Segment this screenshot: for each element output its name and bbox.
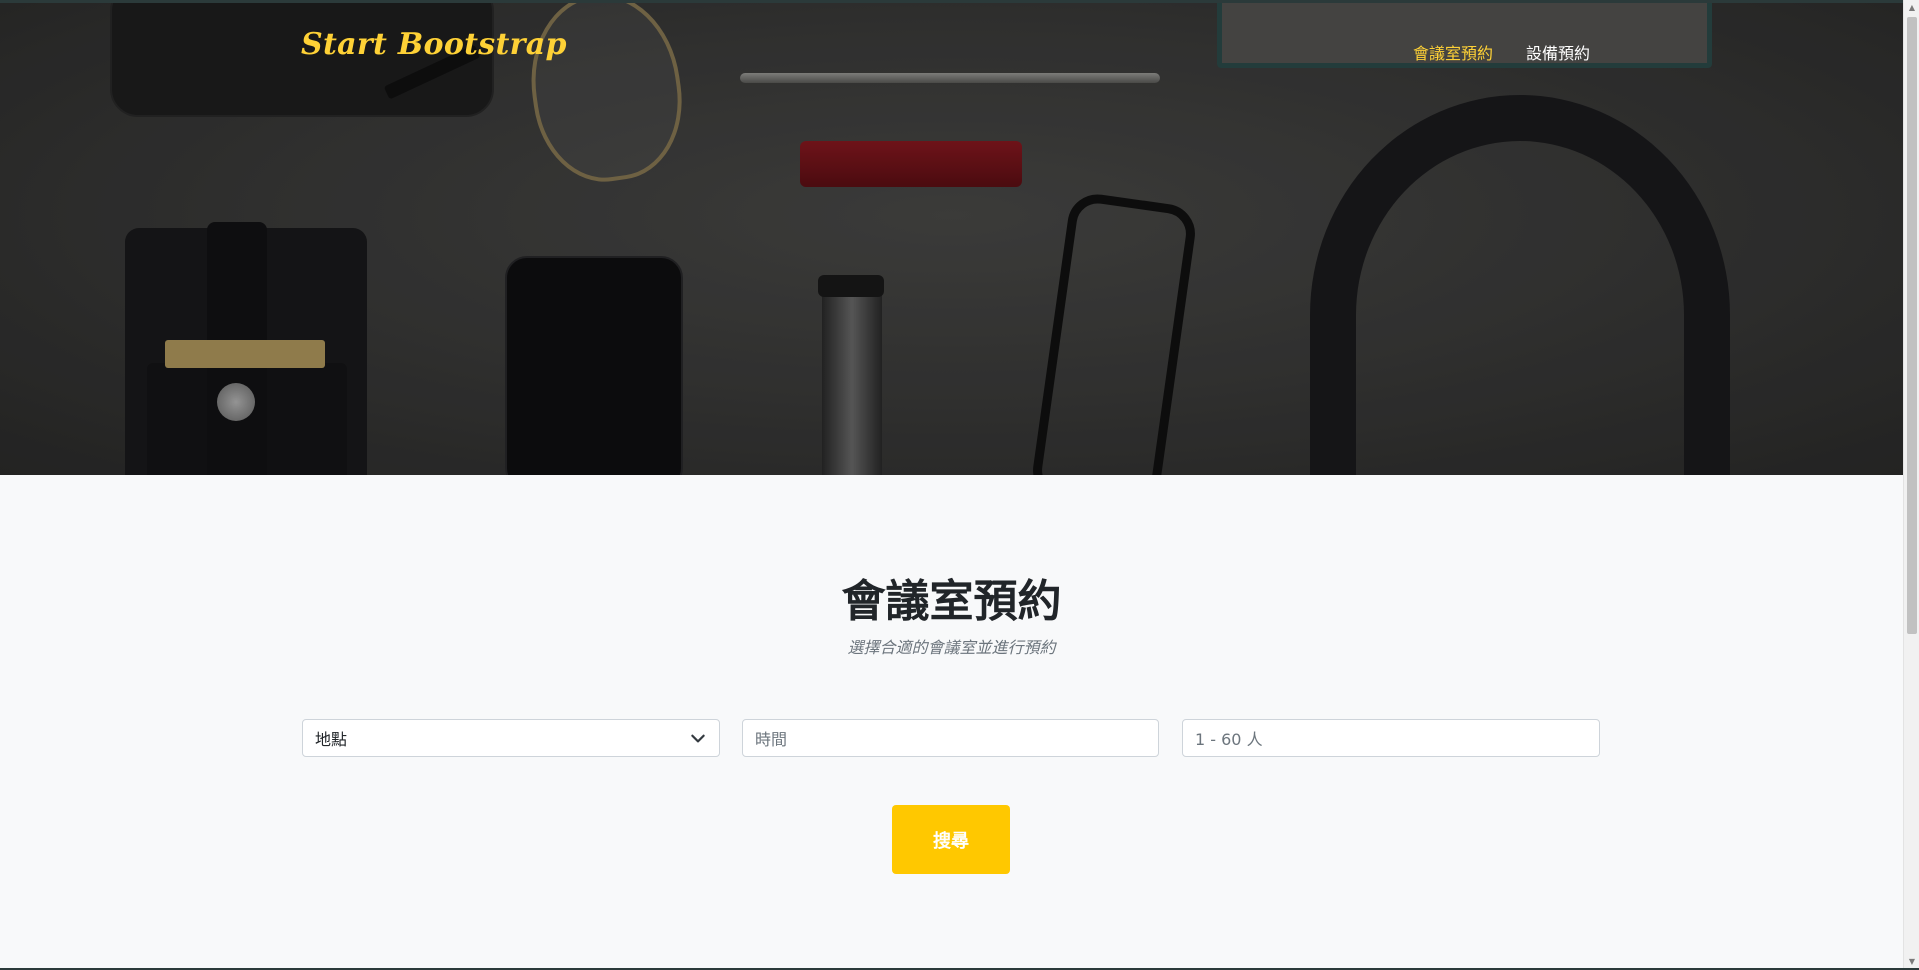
- navbar-links: 會議室預約 設備預約: [1413, 40, 1590, 64]
- people-count-placeholder: 1 - 60 人: [1195, 730, 1263, 749]
- time-input[interactable]: 時間: [742, 719, 1159, 757]
- hero-overlay: [0, 3, 1903, 475]
- scrollbar-thumb[interactable]: [1907, 17, 1917, 634]
- page-subtitle: 選擇合適的會議室並進行預約: [847, 638, 1056, 657]
- navbar-brand[interactable]: Start Bootstrap: [301, 27, 567, 62]
- hero-banner: [0, 3, 1903, 475]
- location-select[interactable]: 地點: [302, 719, 720, 757]
- time-input-placeholder: 時間: [755, 730, 788, 749]
- location-select-value: 地點: [315, 730, 348, 749]
- people-count-input[interactable]: 1 - 60 人: [1182, 719, 1600, 757]
- chevron-down-icon: [691, 734, 705, 743]
- scroll-up-arrow-icon[interactable]: ▲: [1904, 0, 1919, 16]
- page-title: 會議室預約: [841, 576, 1062, 627]
- nav-link-equipment-booking[interactable]: 設備預約: [1526, 40, 1590, 64]
- nav-link-meeting-room-booking[interactable]: 會議室預約: [1413, 40, 1493, 64]
- vertical-scrollbar[interactable]: ▲ ▼: [1903, 0, 1919, 970]
- search-button[interactable]: 搜尋: [892, 805, 1010, 874]
